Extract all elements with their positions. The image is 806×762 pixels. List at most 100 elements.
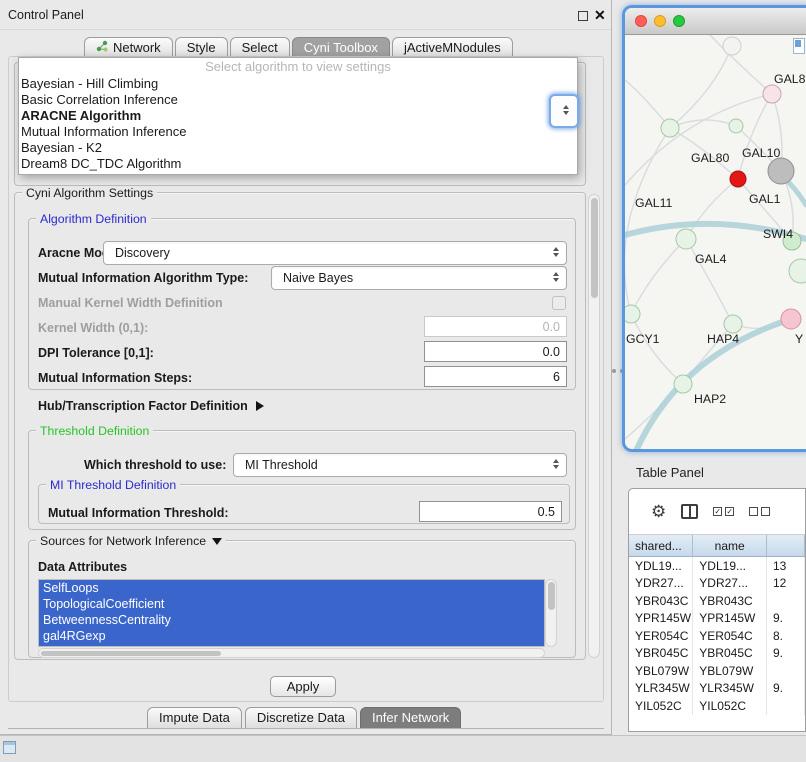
network-edge[interactable] [686, 179, 738, 239]
which-threshold-combobox[interactable]: MI Threshold [233, 453, 567, 477]
table-cell[interactable]: YBR045C [693, 645, 767, 663]
table-cell[interactable]: YDL19... [693, 557, 767, 575]
collapse-down-icon[interactable] [212, 538, 222, 545]
table-cell[interactable]: 9. [767, 645, 805, 663]
network-edge[interactable] [631, 314, 683, 384]
mi-type-combobox[interactable]: Naive Bayes [271, 266, 567, 290]
table-cell[interactable]: 8. [767, 627, 805, 645]
table-cell[interactable]: 13 [767, 557, 805, 575]
table-cell[interactable]: YIL052C [693, 697, 767, 715]
algorithm-option[interactable]: ARACNE Algorithm [19, 108, 577, 124]
attribute-list-item[interactable]: gal4RGexp [39, 628, 544, 644]
network-node[interactable] [724, 315, 742, 333]
network-node[interactable] [661, 119, 679, 137]
network-edge[interactable] [670, 46, 732, 128]
close-window-icon[interactable]: ✕ [594, 7, 606, 24]
table-cell[interactable] [767, 592, 805, 610]
table-cell[interactable]: YIL052C [629, 697, 693, 715]
network-canvas[interactable]: GAL8GAL80GAL10GAL11GAL1SWI4GAL4GCY1HAP4H… [625, 35, 806, 449]
network-node[interactable] [763, 85, 781, 103]
algorithm-option[interactable]: Basic Correlation Inference [19, 92, 577, 108]
dpi-tolerance-field[interactable]: 0.0 [424, 341, 567, 362]
table-cell[interactable]: 9. [767, 610, 805, 628]
tab-jactivemnodules[interactable]: jActiveMNodules [392, 37, 513, 58]
algorithm-option[interactable]: Bayesian - Hill Climbing [19, 76, 577, 92]
scrollbar-thumb[interactable] [41, 651, 221, 656]
table-cell[interactable]: YBL079W [629, 662, 693, 680]
table-cell[interactable]: YLR345W [693, 680, 767, 698]
table-cell[interactable]: YDL19... [629, 557, 693, 575]
table-cell[interactable]: YLR345W [629, 680, 693, 698]
network-node[interactable] [730, 171, 746, 187]
table-cell[interactable]: YBR043C [693, 592, 767, 610]
tab-cyni-toolbox[interactable]: Cyni Toolbox [292, 37, 390, 58]
table-row[interactable]: YLR345WYLR345W9. [629, 680, 805, 698]
table-cell[interactable]: YBR043C [629, 592, 693, 610]
bottom-tab-discretize-data[interactable]: Discretize Data [245, 707, 357, 728]
table-cell[interactable]: YDR27... [693, 575, 767, 593]
attribute-list-item[interactable]: SelfLoops [39, 580, 544, 596]
hub-definition-section[interactable]: Hub/Transcription Factor Definition [38, 399, 264, 413]
panel-splitter-handle[interactable] [612, 369, 624, 373]
zoom-button[interactable] [673, 15, 685, 27]
table-cell[interactable]: YDR27... [629, 575, 693, 593]
algorithm-option[interactable]: Dream8 DC_TDC Algorithm [19, 156, 577, 172]
table-cell[interactable] [767, 697, 805, 715]
network-node[interactable] [676, 229, 696, 249]
attribute-list-item[interactable]: BetweennessCentrality [39, 612, 544, 628]
table-cell[interactable]: 12 [767, 575, 805, 593]
bottom-tab-infer-network[interactable]: Infer Network [360, 707, 461, 728]
table-cell[interactable] [767, 662, 805, 680]
table-row[interactable]: YIL052CYIL052C [629, 697, 805, 715]
scrollbar-thumb[interactable] [591, 198, 598, 298]
settings-scrollbar[interactable] [588, 194, 600, 658]
table-row[interactable]: YDR27...YDR27...12 [629, 575, 805, 593]
table-cell[interactable]: YER054C [629, 627, 693, 645]
table-cell[interactable]: YBR045C [629, 645, 693, 663]
tab-style[interactable]: Style [175, 37, 228, 58]
minimize-button[interactable] [654, 15, 666, 27]
tab-network[interactable]: Network [84, 37, 173, 58]
expand-right-icon[interactable] [256, 401, 264, 411]
table-row[interactable]: YBR045CYBR045C9. [629, 645, 805, 663]
gear-icon[interactable]: ⚙ [651, 503, 666, 520]
bottom-tab-impute-data[interactable]: Impute Data [147, 707, 242, 728]
table-row[interactable]: YBL079WYBL079W [629, 662, 805, 680]
network-node[interactable] [625, 305, 640, 323]
network-node[interactable] [789, 259, 806, 283]
mi-steps-field[interactable]: 6 [424, 366, 567, 387]
tab-select[interactable]: Select [230, 37, 290, 58]
network-window-titlebar[interactable] [625, 8, 806, 35]
table-cell[interactable]: YBL079W [693, 662, 767, 680]
network-edge[interactable] [625, 80, 670, 128]
column-header[interactable] [767, 535, 805, 556]
network-node[interactable] [723, 37, 741, 55]
table-row[interactable]: YPR145WYPR145W9. [629, 610, 805, 628]
network-node[interactable] [781, 309, 801, 329]
minimized-window-icon[interactable] [3, 741, 16, 754]
scrollbar-thumb[interactable] [548, 582, 555, 610]
table-row[interactable]: YBR043CYBR043C [629, 592, 805, 610]
attributes-list-hscrollbar[interactable] [38, 648, 545, 658]
algorithm-combobox-focus-fragment[interactable] [549, 94, 579, 128]
network-edge[interactable] [738, 94, 772, 179]
table-cell[interactable]: 9. [767, 680, 805, 698]
sources-group-title[interactable]: Sources for Network Inference [36, 534, 226, 548]
attribute-list-item[interactable]: TopologicalCoefficient [39, 596, 544, 612]
network-node[interactable] [674, 375, 692, 393]
table-row[interactable]: YER054CYER054C8. [629, 627, 805, 645]
table-cell[interactable]: YPR145W [629, 610, 693, 628]
float-window-icon[interactable] [578, 11, 588, 21]
table-cell[interactable]: YPR145W [693, 610, 767, 628]
attributes-list-vscrollbar[interactable] [545, 579, 557, 647]
network-edge[interactable] [631, 239, 686, 314]
algorithm-option[interactable]: Mutual Information Inference [19, 124, 577, 140]
columns-icon[interactable] [681, 504, 698, 519]
table-cell[interactable]: YER054C [693, 627, 767, 645]
deselect-all-columns-icon[interactable] [749, 507, 770, 516]
mi-threshold-field[interactable]: 0.5 [419, 501, 562, 522]
network-node[interactable] [768, 158, 794, 184]
table-row[interactable]: YDL19...YDL19...13 [629, 557, 805, 575]
algorithm-option[interactable]: Bayesian - K2 [19, 140, 577, 156]
aracne-mode-combobox[interactable]: Discovery [103, 241, 567, 265]
